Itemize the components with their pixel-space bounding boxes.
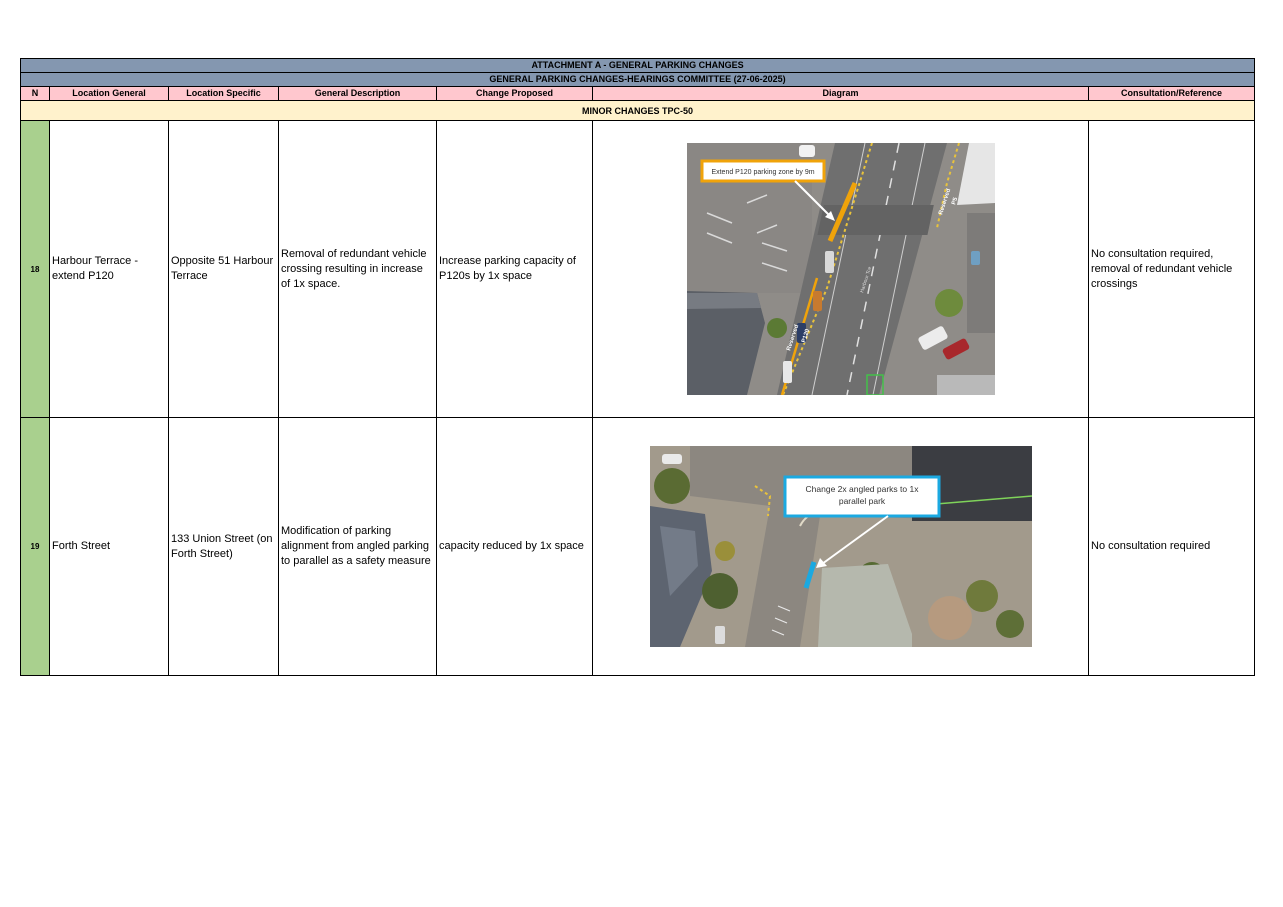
change-proposed-cell: capacity reduced by 1x space xyxy=(436,417,593,676)
diagram-callout-line2: parallel park xyxy=(838,496,885,506)
table-row: 19 Forth Street 133 Union Street (on For… xyxy=(20,417,1256,676)
diagram-cell: Change 2x angled parks to 1x parallel pa… xyxy=(592,417,1089,676)
row-number: 19 xyxy=(20,417,50,676)
location-specific-cell: 133 Union Street (on Forth Street) xyxy=(168,417,279,676)
location-specific-cell: Opposite 51 Harbour Terrace xyxy=(168,120,279,418)
document-subtitle: GENERAL PARKING CHANGES-HEARINGS COMMITT… xyxy=(19,72,1256,87)
change-proposed-cell: Increase parking capacity of P120s by 1x… xyxy=(436,120,593,418)
harbour-terrace-aerial-diagram: Reserved P120 Reserved P5 Harbour Tce Ex… xyxy=(686,143,995,395)
description-cell: Modification of parking alignment from a… xyxy=(278,417,437,676)
title-row: ATTACHMENT A - GENERAL PARKING CHANGES xyxy=(19,58,1256,73)
document-title: ATTACHMENT A - GENERAL PARKING CHANGES xyxy=(19,58,1256,73)
diagram-callout-line1: Change 2x angled parks to 1x xyxy=(805,484,919,494)
consultation-cell: No consultation required xyxy=(1087,417,1256,676)
subtitle-row: GENERAL PARKING CHANGES-HEARINGS COMMITT… xyxy=(19,72,1256,87)
section-row: MINOR CHANGES TPC-50 xyxy=(19,100,1256,121)
column-header-diagram: Diagram xyxy=(592,86,1089,101)
forth-street-aerial-diagram: Change 2x angled parks to 1x parallel pa… xyxy=(649,446,1032,647)
column-header-general-description: General Description xyxy=(278,86,437,101)
consultation-cell: No consultation required, removal of red… xyxy=(1087,120,1256,418)
description-cell: Removal of redundant vehicle crossing re… xyxy=(278,120,437,418)
location-general-cell: Harbour Terrace - extend P120 xyxy=(49,120,169,418)
header-row: N Location General Location Specific Gen… xyxy=(20,86,1256,101)
column-header-location-general: Location General xyxy=(49,86,169,101)
location-general-cell: Forth Street xyxy=(49,417,169,676)
column-header-n: N xyxy=(20,86,50,101)
diagram-callout-label: Extend P120 parking zone by 9m xyxy=(711,169,814,176)
parking-changes-table: ATTACHMENT A - GENERAL PARKING CHANGES G… xyxy=(19,58,1256,676)
section-title: MINOR CHANGES TPC-50 xyxy=(19,100,1256,121)
column-header-location-specific: Location Specific xyxy=(168,86,279,101)
column-header-change-proposed: Change Proposed xyxy=(436,86,593,101)
column-header-consultation: Consultation/Reference xyxy=(1087,86,1256,101)
diagram-cell: Reserved P120 Reserved P5 Harbour Tce Ex… xyxy=(592,120,1089,418)
row-number: 18 xyxy=(20,120,50,418)
table-row: 18 Harbour Terrace - extend P120 Opposit… xyxy=(20,120,1256,418)
